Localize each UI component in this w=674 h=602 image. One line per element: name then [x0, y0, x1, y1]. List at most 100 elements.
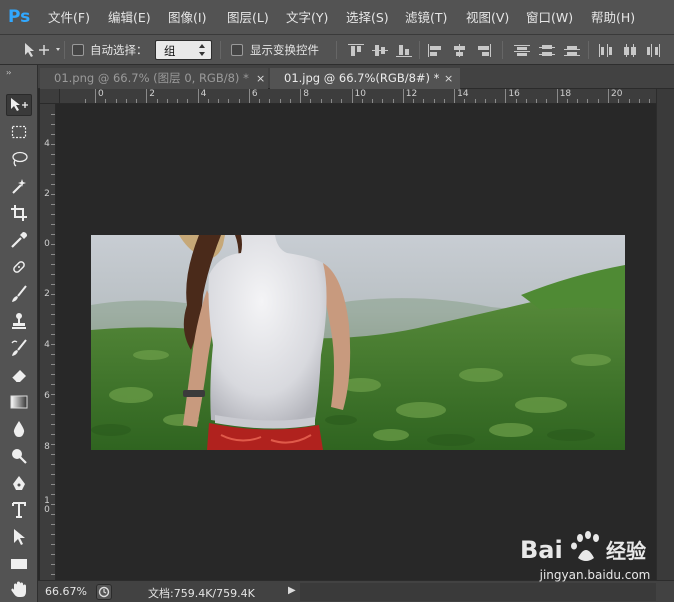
ruler-label: 12	[405, 89, 418, 99]
watermark-url: jingyan.baidu.com	[539, 568, 651, 582]
ruler-label: 18	[559, 89, 572, 99]
tab-close-icon[interactable]: ×	[256, 68, 265, 89]
gradient-tool-icon[interactable]	[6, 391, 32, 413]
brush-tool-icon[interactable]	[6, 283, 32, 305]
photoshop-logo: Ps	[8, 7, 31, 27]
ruler-label: 10	[354, 89, 366, 99]
vertical-ruler[interactable]: 4 2 0 2 4 6 8 1 0	[40, 104, 56, 580]
ruler-label: 4	[200, 89, 207, 99]
auto-select-value: 组	[164, 44, 176, 58]
ruler-label: 2	[44, 289, 50, 299]
tab-01-jpg[interactable]: 01.jpg @ 66.7%(RGB/8#) * ×	[270, 68, 460, 89]
marquee-tool-icon[interactable]	[6, 121, 32, 143]
status-proof-icon[interactable]	[96, 584, 112, 600]
ruler-tick	[248, 89, 250, 103]
dropdown-arrows-icon	[198, 42, 206, 60]
align-left-icon[interactable]	[428, 44, 444, 57]
dodge-tool-icon[interactable]	[6, 445, 32, 467]
ruler-origin[interactable]	[40, 89, 60, 104]
ruler-tick	[454, 89, 456, 103]
ruler-label: 20	[611, 89, 623, 99]
tab-label: 01.png @ 66.7% (图层 0, RGB/8) *	[54, 71, 249, 85]
document-size-info: 文档:759.4K/759.4K	[148, 587, 255, 600]
svg-text:Bai: Bai	[520, 536, 563, 564]
ruler-tick	[505, 89, 507, 103]
options-bar: 自动选择： 组 显示变换控件	[0, 35, 674, 65]
align-right-icon[interactable]	[476, 44, 492, 57]
menu-bar: Ps 文件(F) 编辑(E) 图像(I) 图层(L) 文字(Y) 选择(S) 滤…	[0, 0, 674, 35]
path-selection-tool-icon[interactable]	[6, 526, 32, 548]
align-hcenter-icon[interactable]	[452, 44, 468, 57]
menu-image[interactable]: 图像(I)	[168, 9, 206, 27]
menu-file[interactable]: 文件(F)	[48, 9, 90, 27]
ruler-label: 0	[98, 89, 104, 99]
lasso-tool-icon[interactable]	[6, 148, 32, 170]
distribute-right-icon[interactable]	[646, 44, 662, 57]
show-transform-checkbox[interactable]	[231, 44, 243, 56]
document-tab-bar: 01.png @ 66.7% (图层 0, RGB/8) * × 01.jpg …	[38, 65, 674, 89]
status-menu-arrow-icon[interactable]: ▶	[288, 585, 298, 599]
ruler-label: 4	[44, 139, 50, 149]
auto-select-dropdown[interactable]: 组	[155, 40, 212, 60]
distribute-vcenter-icon[interactable]	[539, 44, 555, 57]
align-vcenter-icon[interactable]	[372, 44, 388, 57]
magic-wand-tool-icon[interactable]	[6, 175, 32, 197]
move-tool-preset-icon[interactable]	[22, 41, 62, 59]
move-tool-icon[interactable]	[6, 94, 32, 116]
pen-tool-icon[interactable]	[6, 472, 32, 494]
eyedropper-tool-icon[interactable]	[6, 229, 32, 251]
ruler-label: 16	[508, 89, 520, 99]
tools-panel: ››	[0, 65, 38, 602]
align-top-icon[interactable]	[348, 44, 364, 57]
menu-window[interactable]: 窗口(W)	[526, 9, 573, 27]
menu-help[interactable]: 帮助(H)	[591, 9, 635, 27]
distribute-left-icon[interactable]	[598, 44, 614, 57]
menu-edit[interactable]: 编辑(E)	[108, 9, 151, 27]
ruler-tick	[402, 89, 404, 103]
eraser-tool-icon[interactable]	[6, 364, 32, 386]
baidu-logo-icon: Bai 经验	[520, 531, 646, 564]
menu-type[interactable]: 文字(Y)	[286, 9, 328, 27]
ruler-tick	[300, 89, 302, 103]
distribute-top-icon[interactable]	[514, 44, 530, 57]
toolbar-collapse-toggle[interactable]: ››	[6, 68, 12, 77]
ruler-label: 2	[149, 89, 156, 99]
ruler-tick	[197, 89, 199, 103]
menu-filter[interactable]: 滤镜(T)	[405, 9, 447, 27]
document-image[interactable]	[91, 235, 625, 450]
align-bottom-icon[interactable]	[396, 44, 412, 57]
show-transform-label: 显示变换控件	[250, 43, 319, 57]
zoom-level[interactable]: 66.67%	[45, 585, 87, 598]
ruler-label: 1 0	[44, 496, 50, 515]
auto-select-checkbox[interactable]	[72, 44, 84, 56]
tab-label: 01.jpg @ 66.7%(RGB/8#) *	[284, 71, 440, 85]
svg-text:经验: 经验	[606, 539, 646, 563]
horizontal-ruler[interactable]: 024681012141618202	[60, 89, 656, 104]
ruler-label: 8	[303, 89, 309, 99]
healing-brush-tool-icon[interactable]	[6, 256, 32, 278]
ruler-label: 14	[457, 89, 469, 99]
clone-stamp-tool-icon[interactable]	[6, 310, 32, 332]
auto-select-label: 自动选择：	[90, 43, 148, 57]
tab-close-icon[interactable]: ×	[444, 68, 453, 89]
ruler-label: 0	[44, 239, 50, 249]
rectangle-tool-icon[interactable]	[6, 553, 32, 575]
distribute-bottom-icon[interactable]	[564, 44, 580, 57]
history-brush-tool-icon[interactable]	[6, 337, 32, 359]
tab-01-png[interactable]: 01.png @ 66.7% (图层 0, RGB/8) * ×	[40, 68, 268, 89]
menu-view[interactable]: 视图(V)	[466, 9, 509, 27]
distribute-hcenter-icon[interactable]	[622, 44, 638, 57]
hand-tool-icon[interactable]	[6, 578, 32, 600]
ruler-label: 6	[251, 89, 258, 99]
crop-tool-icon[interactable]	[6, 202, 32, 224]
ruler-tick	[608, 89, 609, 103]
type-tool-icon[interactable]	[6, 499, 32, 521]
vertical-scrollbar[interactable]	[656, 89, 674, 580]
ruler-tick	[556, 89, 558, 103]
ruler-tick	[95, 89, 96, 103]
menu-layer[interactable]: 图层(L)	[227, 9, 269, 27]
ruler-tick	[146, 89, 148, 103]
ruler-tick	[351, 89, 353, 103]
menu-select[interactable]: 选择(S)	[346, 9, 389, 27]
blur-tool-icon[interactable]	[6, 418, 32, 440]
